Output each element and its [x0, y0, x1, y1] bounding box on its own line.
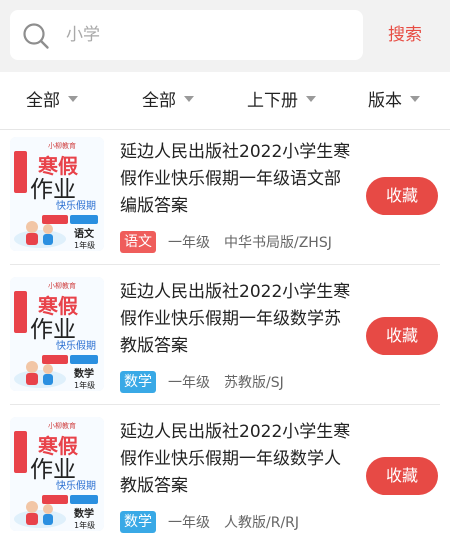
- cover-title-2: 作业: [30, 317, 76, 343]
- book-list-item[interactable]: 小柳教育 寒假 作业 快乐假期 语文 1年级 延边人民出版社2022小学生寒假作…: [0, 131, 450, 267]
- filter-subject[interactable]: 全部: [26, 89, 78, 113]
- collect-button[interactable]: 收藏: [366, 177, 438, 215]
- cover-title-2: 作业: [30, 457, 76, 483]
- filter-edition[interactable]: 版本: [368, 89, 420, 113]
- top-bar: 小学 搜索: [0, 0, 450, 72]
- book-cover-art: 小柳教育 寒假 作业 快乐假期 数学 1年级: [10, 417, 104, 531]
- cover-title-3: 快乐假期: [56, 479, 96, 492]
- book-title[interactable]: 延边人民出版社2022小学生寒假作业快乐假期一年级语文部编版答案: [120, 139, 352, 220]
- cover-title-1: 寒假: [38, 434, 79, 458]
- book-meta: 语文 一年级 中华书局版/ZHSJ: [120, 231, 332, 253]
- search-button[interactable]: 搜索: [388, 23, 422, 47]
- filter-label: 全部: [142, 91, 176, 111]
- subject-badge: 数学: [120, 511, 156, 533]
- filter-label: 全部: [26, 91, 60, 111]
- publisher-label: 中华书局版/ZHSJ: [224, 235, 332, 251]
- cover-subject: 数学: [74, 507, 94, 520]
- grade-label: 一年级: [168, 235, 210, 251]
- cover-title-1: 寒假: [38, 154, 79, 178]
- publisher-label: 人教版/R/RJ: [224, 515, 300, 531]
- book-list-item[interactable]: 小柳教育 寒假 作业 快乐假期 数学 1年级 延边人民出版社2022小学生寒假作…: [0, 271, 450, 407]
- caret-down-icon: [184, 96, 194, 102]
- filter-volume[interactable]: 上下册: [247, 89, 316, 113]
- caret-down-icon: [410, 96, 420, 102]
- grade-label: 一年级: [168, 375, 210, 391]
- cover-brand: 小柳教育: [48, 281, 76, 290]
- cover-grade: 1年级: [74, 380, 95, 390]
- cover-subject: 数学: [74, 367, 94, 380]
- collect-button[interactable]: 收藏: [366, 457, 438, 495]
- subject-badge: 语文: [120, 231, 156, 253]
- collect-button[interactable]: 收藏: [366, 317, 438, 355]
- book-cover: 小柳教育 寒假 作业 快乐假期 数学 1年级: [10, 417, 104, 531]
- book-cover: 小柳教育 寒假 作业 快乐假期 数学 1年级: [10, 277, 104, 391]
- cover-brand: 小柳教育: [48, 421, 76, 430]
- cover-title-1: 寒假: [38, 294, 79, 318]
- book-title[interactable]: 延边人民出版社2022小学生寒假作业快乐假期一年级数学人教版答案: [120, 419, 352, 500]
- book-meta: 数学 一年级 人教版/R/RJ: [120, 511, 299, 533]
- subject-badge: 数学: [120, 371, 156, 393]
- search-input[interactable]: 小学: [10, 10, 363, 60]
- cover-grade: 1年级: [74, 520, 95, 530]
- divider: [10, 264, 440, 265]
- cover-title-3: 快乐假期: [56, 199, 96, 212]
- divider: [10, 404, 440, 405]
- book-title[interactable]: 延边人民出版社2022小学生寒假作业快乐假期一年级数学苏教版答案: [120, 279, 352, 360]
- book-cover-art: 小柳教育 寒假 作业 快乐假期 数学 1年级: [10, 277, 104, 391]
- filter-label: 上下册: [247, 91, 298, 111]
- search-placeholder: 小学: [66, 25, 100, 45]
- filter-grade[interactable]: 全部: [142, 89, 194, 113]
- book-cover: 小柳教育 寒假 作业 快乐假期 语文 1年级: [10, 137, 104, 251]
- publisher-label: 苏教版/SJ: [224, 375, 284, 391]
- cover-title-3: 快乐假期: [56, 339, 96, 352]
- book-list-item[interactable]: 小柳教育 寒假 作业 快乐假期 数学 1年级 延边人民出版社2022小学生寒假作…: [0, 411, 450, 540]
- grade-label: 一年级: [168, 515, 210, 531]
- cover-grade: 1年级: [74, 240, 95, 250]
- cover-brand: 小柳教育: [48, 141, 76, 150]
- book-meta: 数学 一年级 苏教版/SJ: [120, 371, 284, 393]
- caret-down-icon: [68, 96, 78, 102]
- filter-bar: 全部 全部 上下册 版本: [0, 72, 450, 130]
- book-cover-art: 小柳教育 寒假 作业 快乐假期 语文 1年级: [10, 137, 104, 251]
- search-icon: [23, 23, 49, 49]
- filter-label: 版本: [368, 91, 402, 111]
- cover-title-2: 作业: [30, 177, 76, 203]
- cover-subject: 语文: [74, 227, 95, 240]
- caret-down-icon: [306, 96, 316, 102]
